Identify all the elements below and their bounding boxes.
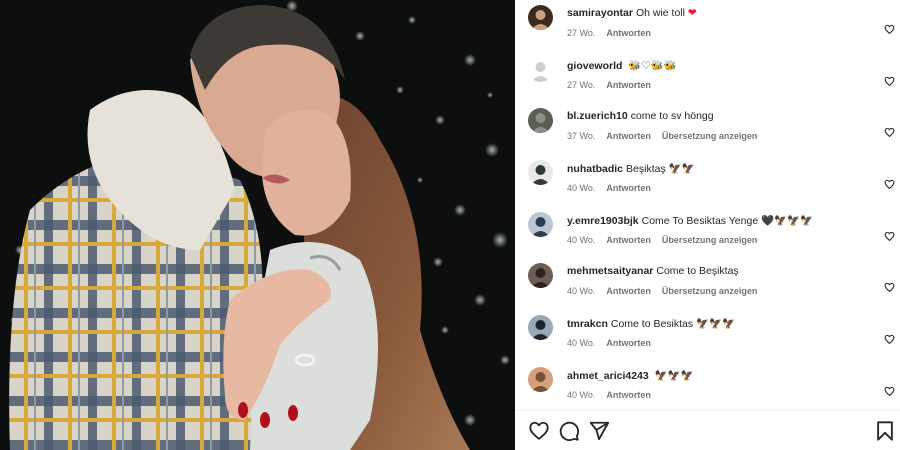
- comment-item: mehmetsaityanar Come to Beşiktaş 40 Wo. An…: [515, 258, 900, 310]
- heart-icon[interactable]: [528, 420, 550, 442]
- reply-button[interactable]: Antworten: [606, 131, 651, 141]
- heart-icon[interactable]: [884, 179, 895, 190]
- comment-age: 40 Wo.: [567, 183, 596, 193]
- comment-meta: 40 Wo. Antworten Übersetzung anzeigen: [567, 235, 768, 245]
- comment-age: 40 Wo.: [567, 338, 596, 348]
- comment-age: 37 Wo.: [567, 131, 596, 141]
- avatar[interactable]: [528, 108, 553, 133]
- comment-item: samirayontar Oh wie toll ❤ 27 Wo. Antworten: [515, 0, 900, 52]
- comment-username[interactable]: gioveworld: [567, 60, 622, 72]
- avatar[interactable]: [528, 367, 553, 392]
- comment-text: come to sv höngg: [630, 110, 714, 122]
- comment-line: y.emre1903bjk Come To Besiktas Yenge 🖤🦅🦅🦅: [567, 214, 813, 227]
- comment-age: 40 Wo.: [567, 286, 596, 296]
- reply-button[interactable]: Antworten: [606, 28, 651, 38]
- paper-plane-icon[interactable]: [588, 420, 610, 442]
- bookmark-icon[interactable]: [874, 420, 896, 442]
- avatar[interactable]: [528, 5, 553, 30]
- comment-meta: 40 Wo. Antworten Übersetzung anzeigen: [567, 286, 768, 296]
- comment-line: gioveworld 🐝♡🐝🐝: [567, 59, 677, 72]
- heart-icon[interactable]: [884, 231, 895, 242]
- comment-item: nuhatbadic Beşiktaş 🦅🦅 40 Wo. Antworten: [515, 155, 900, 207]
- comment-meta: 40 Wo. Antworten: [567, 338, 662, 348]
- comment-meta: 40 Wo. Antworten: [567, 183, 662, 193]
- avatar[interactable]: [528, 315, 553, 340]
- comment-line: tmrakcn Come to Besiktas 🦅🦅🦅: [567, 317, 735, 330]
- translate-button[interactable]: Übersetzung anzeigen: [662, 131, 758, 141]
- comment-list-fade: [515, 395, 900, 410]
- comment-age: 40 Wo.: [567, 235, 596, 245]
- avatar[interactable]: [528, 57, 553, 82]
- post-actions-bar: [515, 410, 900, 450]
- comment-line: nuhatbadic Beşiktaş 🦅🦅: [567, 162, 695, 175]
- comment-username[interactable]: ahmet_arici4243: [567, 370, 649, 382]
- comment-emoji: 🦅🦅🦅: [654, 370, 694, 382]
- reply-button[interactable]: Antworten: [606, 235, 651, 245]
- comment-line: samirayontar Oh wie toll ❤: [567, 7, 697, 19]
- comment-meta: 27 Wo. Antworten: [567, 80, 662, 90]
- comment-username[interactable]: mehmetsaityanar: [567, 265, 653, 277]
- comment-emoji: ❤: [687, 7, 697, 19]
- comment-age: 27 Wo.: [567, 80, 596, 90]
- comment-username[interactable]: bl.zuerich10: [567, 110, 628, 122]
- comment-emoji: 🦅🦅: [668, 163, 695, 175]
- comments-panel: samirayontar Oh wie toll ❤ 27 Wo. Antworten…: [515, 0, 900, 450]
- comment-meta: 27 Wo. Antworten: [567, 28, 662, 38]
- comment-emoji: 🐝♡🐝🐝: [628, 60, 677, 72]
- comment-text: Come to Besiktas: [610, 318, 694, 330]
- reply-button[interactable]: Antworten: [606, 80, 651, 90]
- comment-username[interactable]: samirayontar: [567, 7, 633, 19]
- heart-icon[interactable]: [884, 282, 895, 293]
- comment-emoji: 🖤🦅🦅🦅: [761, 215, 814, 227]
- comment-line: bl.zuerich10 come to sv höngg: [567, 110, 717, 122]
- avatar[interactable]: [528, 263, 553, 288]
- translate-button[interactable]: Übersetzung anzeigen: [662, 235, 758, 245]
- comment-emoji: 🦅🦅🦅: [696, 318, 736, 330]
- comment-username[interactable]: nuhatbadic: [567, 163, 623, 175]
- translate-button[interactable]: Übersetzung anzeigen: [662, 286, 758, 296]
- comment-item: tmrakcn Come to Besiktas 🦅🦅🦅 40 Wo. Antwort…: [515, 310, 900, 362]
- comment-list[interactable]: samirayontar Oh wie toll ❤ 27 Wo. Antworten…: [515, 0, 900, 410]
- comment-text: Oh wie toll: [635, 7, 685, 19]
- comment-item: bl.zuerich10 come to sv höngg 37 Wo. Antwo…: [515, 103, 900, 155]
- comment-text: Beşiktaş: [626, 163, 666, 175]
- heart-icon[interactable]: [884, 127, 895, 138]
- couple-kissing-photo: [0, 0, 515, 450]
- comment-text: Come To Besiktas Yenge: [641, 215, 759, 227]
- comment-line: ahmet_arici4243 🦅🦅🦅: [567, 369, 694, 382]
- comment-text: Come to Beşiktaş: [656, 265, 739, 277]
- comment-line: mehmetsaityanar Come to Beşiktaş: [567, 265, 742, 277]
- comment-username[interactable]: y.emre1903bjk: [567, 215, 639, 227]
- comment-age: 27 Wo.: [567, 28, 596, 38]
- avatar[interactable]: [528, 212, 553, 237]
- comment-bubble-icon[interactable]: [558, 420, 580, 442]
- comment-username[interactable]: tmrakcn: [567, 318, 608, 330]
- comment-meta: 37 Wo. Antworten Übersetzung anzeigen: [567, 131, 768, 141]
- heart-icon[interactable]: [884, 334, 895, 345]
- reply-button[interactable]: Antworten: [606, 183, 651, 193]
- reply-button[interactable]: Antworten: [606, 286, 651, 296]
- heart-icon[interactable]: [884, 24, 895, 35]
- comment-item: gioveworld 🐝♡🐝🐝 27 Wo. Antworten: [515, 52, 900, 104]
- comment-item: y.emre1903bjk Come To Besiktas Yenge 🖤🦅🦅🦅…: [515, 207, 900, 259]
- reply-button[interactable]: Antworten: [606, 338, 651, 348]
- heart-icon[interactable]: [884, 76, 895, 87]
- avatar[interactable]: [528, 160, 553, 185]
- post-photo[interactable]: [0, 0, 515, 450]
